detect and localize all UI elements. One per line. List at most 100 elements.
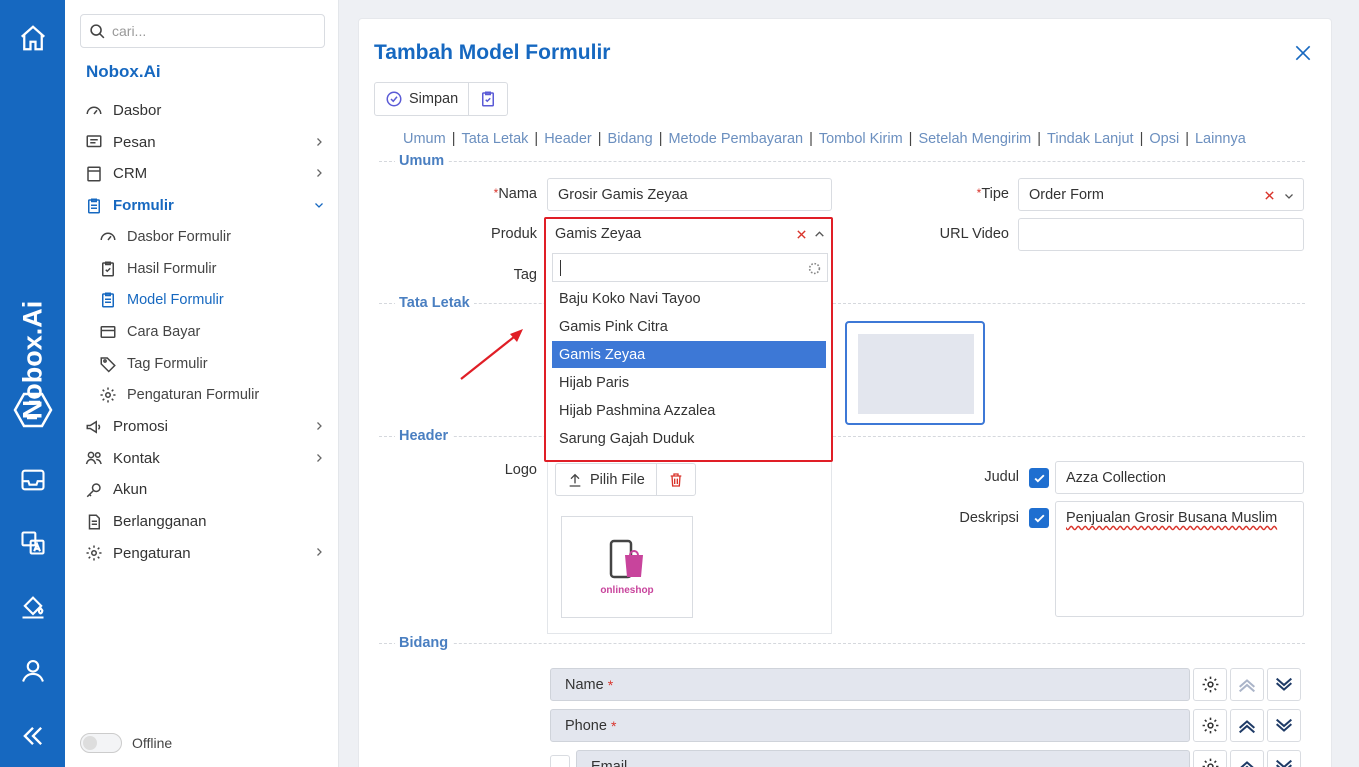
url-video-input[interactable] bbox=[1018, 218, 1304, 251]
tab-umum[interactable]: Umum bbox=[403, 131, 446, 147]
move-down-button[interactable] bbox=[1267, 668, 1301, 701]
paint-bucket-icon[interactable] bbox=[0, 583, 65, 631]
delete-logo-button[interactable] bbox=[655, 464, 695, 495]
clear-icon[interactable] bbox=[796, 229, 807, 240]
sidebar-item-promosi[interactable]: Promosi bbox=[65, 411, 339, 443]
tipe-select[interactable]: Order Form bbox=[1018, 178, 1304, 211]
sidebar-item-label: Formulir bbox=[113, 197, 174, 215]
message-icon bbox=[85, 133, 103, 151]
sidebar-item-dasbor[interactable]: Dasbor bbox=[65, 95, 339, 127]
sidebar-item-formulir[interactable]: Formulir bbox=[65, 190, 339, 222]
deskripsi-textarea[interactable]: Penjualan Grosir Busana Muslim bbox=[1055, 501, 1304, 617]
nama-input[interactable]: Grosir Gamis Zeyaa bbox=[547, 178, 832, 211]
tipe-value: Order Form bbox=[1029, 186, 1104, 203]
dashboard-icon bbox=[99, 228, 117, 246]
close-icon[interactable] bbox=[1293, 43, 1313, 68]
field-settings-button[interactable] bbox=[1193, 750, 1227, 767]
sidebar-item-label: Hasil Formulir bbox=[127, 260, 217, 277]
produk-select[interactable]: Gamis Zeyaa bbox=[546, 219, 831, 249]
tab-tindak-lanjut[interactable]: Tindak Lanjut bbox=[1047, 131, 1134, 147]
megaphone-icon bbox=[85, 418, 103, 436]
tab-header[interactable]: Header bbox=[544, 131, 592, 147]
brand-logo-icon bbox=[13, 392, 53, 428]
home-icon[interactable] bbox=[0, 14, 65, 62]
field-email[interactable]: Email bbox=[576, 750, 1190, 767]
tab-bidang[interactable]: Bidang bbox=[608, 131, 653, 147]
clear-icon[interactable] bbox=[1264, 190, 1275, 201]
clipboard-check-icon bbox=[482, 91, 495, 107]
sidebar-item-hasil-formulir[interactable]: Hasil Formulir bbox=[65, 253, 339, 285]
tab-metode-pembayaran[interactable]: Metode Pembayaran bbox=[668, 131, 803, 147]
sidebar-item-label: Pengaturan bbox=[113, 544, 191, 562]
deskripsi-checkbox[interactable] bbox=[1029, 508, 1049, 528]
sidebar-item-label: Akun bbox=[113, 481, 148, 499]
email-checkbox[interactable] bbox=[550, 755, 570, 767]
field-row-name: Name * bbox=[550, 668, 1191, 701]
dropdown-option[interactable]: Gamis Pink Citra bbox=[552, 313, 826, 340]
field-settings-button[interactable] bbox=[1193, 668, 1227, 701]
layout-option-card[interactable] bbox=[845, 321, 985, 425]
tab-tata-letak[interactable]: Tata Letak bbox=[461, 131, 528, 147]
section-label: Tata Letak bbox=[395, 295, 474, 311]
dropdown-option-selected[interactable]: Gamis Zeyaa bbox=[552, 341, 826, 368]
search-input[interactable] bbox=[112, 23, 312, 39]
field-phone[interactable]: Phone * bbox=[550, 709, 1190, 742]
translate-icon[interactable] bbox=[0, 519, 65, 567]
sidebar-item-pesan[interactable]: Pesan bbox=[65, 127, 339, 159]
collapse-icon[interactable] bbox=[0, 712, 65, 760]
move-up-button[interactable] bbox=[1230, 668, 1264, 701]
tab-tombol-kirim[interactable]: Tombol Kirim bbox=[819, 131, 903, 147]
loading-spinner-icon bbox=[808, 262, 821, 275]
chevron-down-icon bbox=[1276, 718, 1292, 732]
move-down-button[interactable] bbox=[1267, 750, 1301, 767]
move-down-button[interactable] bbox=[1267, 709, 1301, 742]
pilih-file-button[interactable]: Pilih File bbox=[556, 464, 656, 495]
dropdown-option[interactable]: Hijab Paris bbox=[552, 369, 826, 396]
dropdown-option[interactable]: Hijab Pashmina Azzalea bbox=[552, 397, 826, 424]
field-name[interactable]: Name * bbox=[550, 668, 1190, 701]
crm-icon bbox=[85, 165, 103, 183]
online-toggle[interactable] bbox=[80, 733, 122, 753]
move-up-button[interactable] bbox=[1230, 709, 1264, 742]
move-up-button[interactable] bbox=[1230, 750, 1264, 767]
gear-icon bbox=[1202, 717, 1218, 734]
sidebar: Nobox.Ai Dasbor Pesan CRM Formulir Dasbo… bbox=[65, 0, 339, 767]
dropdown-search-input[interactable] bbox=[552, 253, 828, 282]
judul-checkbox[interactable] bbox=[1029, 468, 1049, 488]
sidebar-item-tag-formulir[interactable]: Tag Formulir bbox=[65, 348, 339, 380]
produk-value: Gamis Zeyaa bbox=[555, 226, 642, 242]
gear-icon bbox=[1202, 676, 1218, 693]
field-settings-button[interactable] bbox=[1193, 709, 1227, 742]
dropdown-option[interactable]: Sarung Gajah Duduk bbox=[552, 425, 826, 452]
annotation-arrow-icon bbox=[460, 329, 523, 380]
sidebar-item-dasbor-formulir[interactable]: Dasbor Formulir bbox=[65, 221, 339, 253]
tab-lainnya[interactable]: Lainnya bbox=[1195, 131, 1246, 147]
sidebar-search[interactable] bbox=[80, 14, 325, 48]
tab-opsi[interactable]: Opsi bbox=[1149, 131, 1179, 147]
chevron-down-icon bbox=[315, 202, 323, 208]
form-icon bbox=[85, 197, 103, 215]
check-circle-icon bbox=[386, 91, 402, 107]
sidebar-item-crm[interactable]: CRM bbox=[65, 158, 339, 190]
sidebar-item-kontak[interactable]: Kontak bbox=[65, 443, 339, 475]
sidebar-item-pengaturan-formulir[interactable]: Pengaturan Formulir bbox=[65, 379, 339, 411]
clipboard-button[interactable] bbox=[468, 83, 507, 115]
sidebar-item-berlangganan[interactable]: Berlangganan bbox=[65, 506, 339, 538]
dashboard-icon bbox=[85, 102, 103, 120]
offline-status: Offline bbox=[80, 733, 172, 753]
inbox-icon[interactable] bbox=[0, 456, 65, 504]
clipboard-check-icon bbox=[99, 260, 117, 278]
user-icon[interactable] bbox=[0, 647, 65, 695]
logo-buttons: Pilih File bbox=[555, 463, 696, 496]
judul-input[interactable]: Azza Collection bbox=[1055, 461, 1304, 494]
save-button[interactable]: Simpan bbox=[375, 83, 468, 115]
gear-icon bbox=[85, 544, 103, 562]
sidebar-item-cara-bayar[interactable]: Cara Bayar bbox=[65, 316, 339, 348]
tab-setelah-mengirim[interactable]: Setelah Mengirim bbox=[918, 131, 1031, 147]
sidebar-item-akun[interactable]: Akun bbox=[65, 474, 339, 506]
produk-dropdown[interactable]: Gamis Zeyaa Baju Koko Navi Tayoo Gamis P… bbox=[544, 217, 833, 462]
sidebar-item-pengaturan[interactable]: Pengaturan bbox=[65, 537, 339, 569]
chevron-right-icon bbox=[317, 548, 322, 557]
dropdown-option[interactable]: Baju Koko Navi Tayoo bbox=[552, 285, 826, 312]
sidebar-item-model-formulir[interactable]: Model Formulir bbox=[65, 285, 339, 317]
